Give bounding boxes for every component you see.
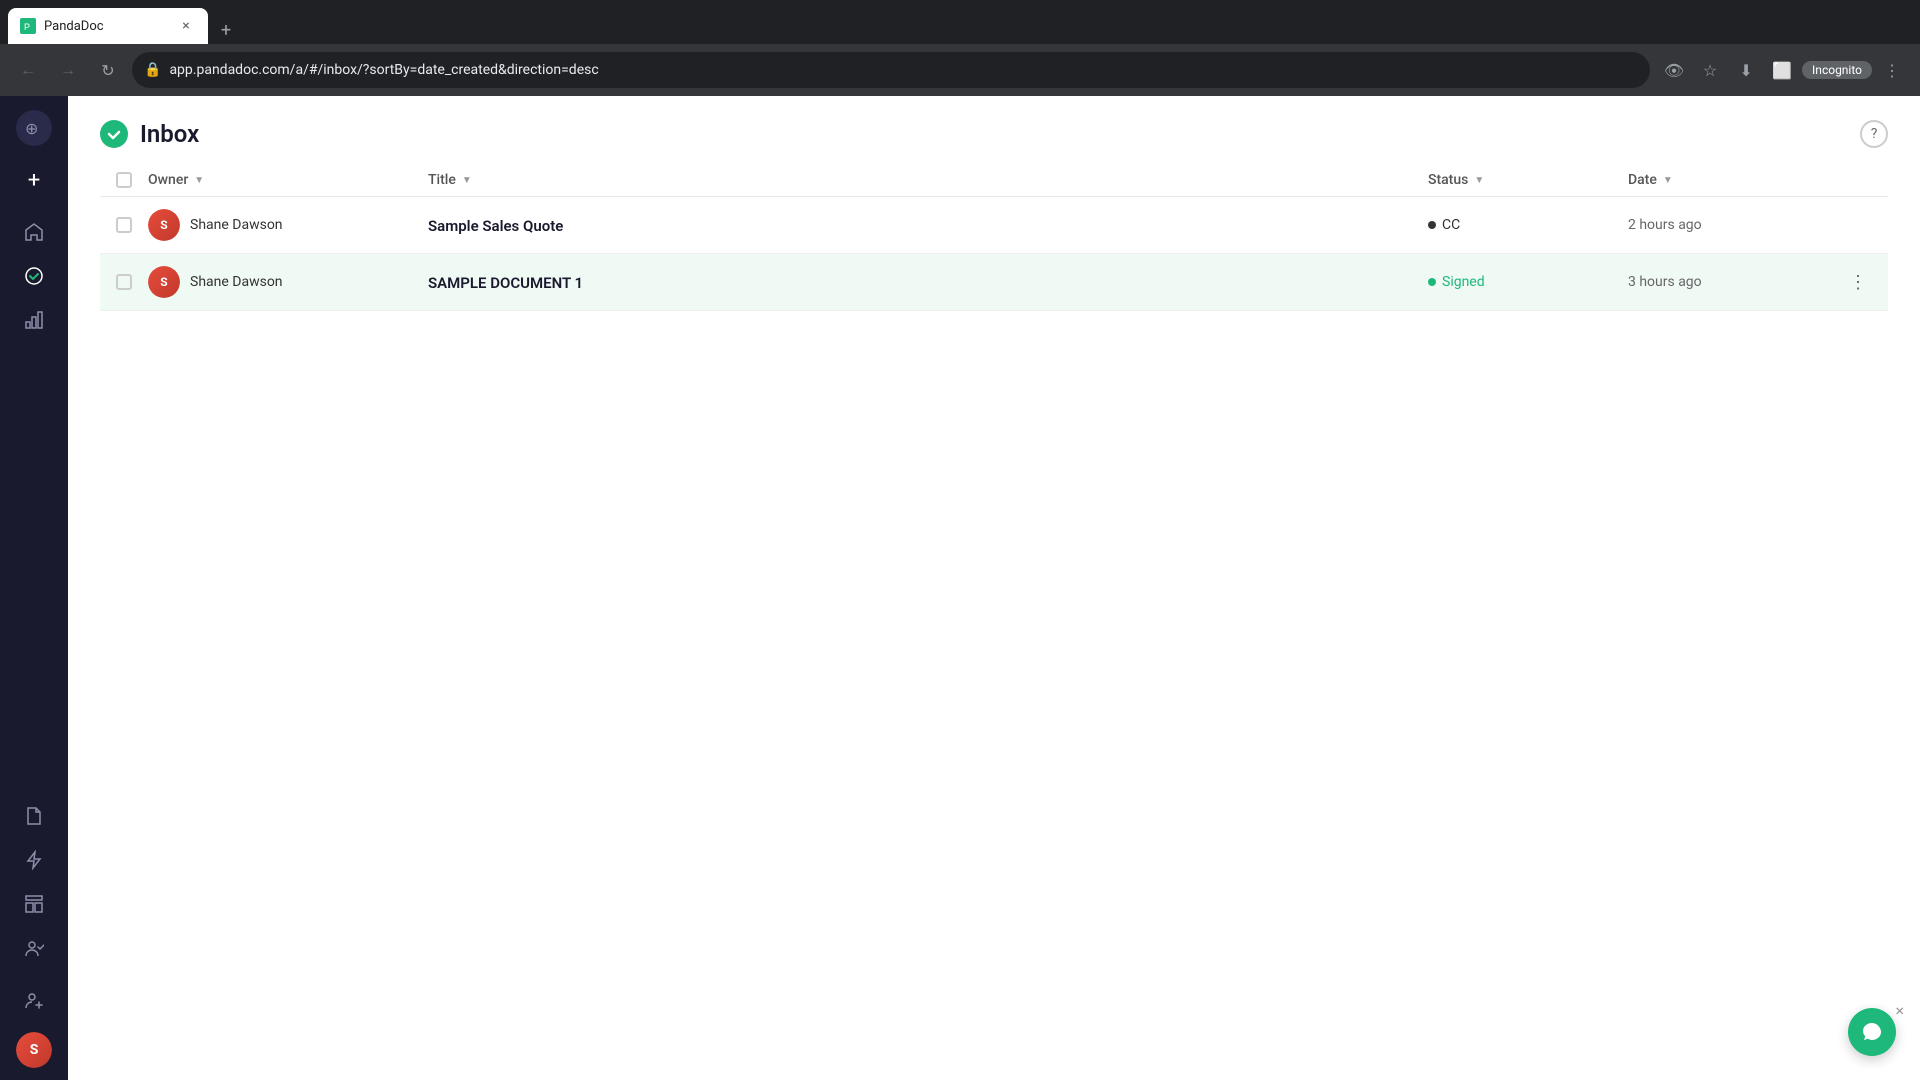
inbox-check-icon — [100, 120, 128, 148]
tab-title: PandaDoc — [44, 19, 168, 34]
row1-status-text: CC — [1442, 217, 1460, 233]
owner-label: Owner — [148, 172, 188, 188]
sidebar-item-templates[interactable] — [14, 884, 54, 924]
row2-status-text: Signed — [1442, 274, 1485, 290]
new-tab-button[interactable]: + — [212, 16, 240, 44]
forward-button[interactable]: → — [52, 54, 84, 86]
row2-owner-name: Shane Dawson — [190, 274, 283, 290]
row2-status-cell: Signed — [1428, 274, 1628, 290]
tab-favicon: P — [20, 18, 36, 34]
browser-chrome: P PandaDoc × + ← → ↻ 🔒 app.pandadoc.com/… — [0, 0, 1920, 96]
browser-tabs: P PandaDoc × + — [0, 0, 1920, 44]
nav-actions: 👁 ☆ ⬇ ⬜ Incognito ⋮ — [1658, 54, 1908, 86]
sidebar-item-inbox[interactable] — [14, 256, 54, 296]
header-checkbox-col — [100, 172, 148, 188]
table-row[interactable]: S Shane Dawson SAMPLE DOCUMENT 1 Signed … — [100, 254, 1888, 311]
title-label: Title — [428, 172, 456, 188]
app-layout: ⊕ + — [0, 96, 1920, 1080]
avatar-image: S — [16, 1032, 52, 1068]
page-header: Inbox ? — [68, 96, 1920, 164]
row1-status-dot — [1428, 221, 1436, 229]
table-row[interactable]: S Shane Dawson Sample Sales Quote CC 2 h… — [100, 197, 1888, 254]
row2-checkbox[interactable] — [116, 274, 132, 290]
document-table: Owner ▼ Title ▼ Status ▼ Date ▼ — [68, 164, 1920, 1080]
row2-doc-title: SAMPLE DOCUMENT 1 — [428, 274, 583, 292]
main-content: Inbox ? Owner ▼ Title ▼ — [68, 96, 1920, 1080]
row2-owner-cell: S Shane Dawson — [148, 266, 428, 298]
sidebar: ⊕ + — [0, 96, 68, 1080]
sidebar-item-contacts[interactable] — [14, 928, 54, 968]
chat-close-button[interactable]: × — [1895, 1001, 1904, 1020]
page-title: Inbox — [140, 120, 199, 148]
status-sort-icon: ▼ — [1474, 175, 1484, 186]
status-label: Status — [1428, 172, 1468, 188]
user-avatar[interactable]: S — [16, 1032, 52, 1068]
url-text: app.pandadoc.com/a/#/inbox/?sortBy=date_… — [169, 62, 1638, 78]
bookmark-button[interactable]: ☆ — [1694, 54, 1726, 86]
help-icon: ? — [1871, 126, 1878, 142]
refresh-button[interactable]: ↻ — [92, 54, 124, 86]
row1-checkbox[interactable] — [116, 217, 132, 233]
menu-button[interactable]: ⋮ — [1876, 54, 1908, 86]
column-header-owner[interactable]: Owner ▼ — [148, 172, 428, 188]
sidebar-add-user-button[interactable] — [14, 980, 54, 1020]
tab-close-button[interactable]: × — [176, 16, 196, 36]
row1-owner-avatar: S — [148, 209, 180, 241]
column-header-status[interactable]: Status ▼ — [1428, 172, 1628, 188]
row1-avatar-image: S — [148, 209, 180, 241]
sidebar-logo[interactable]: ⊕ — [14, 108, 54, 148]
owner-sort-icon: ▼ — [194, 175, 204, 186]
browser-nav: ← → ↻ 🔒 app.pandadoc.com/a/#/inbox/?sort… — [0, 44, 1920, 96]
row2-actions-cell[interactable]: ⋮ — [1828, 268, 1888, 296]
eye-off-button[interactable]: 👁 — [1658, 54, 1690, 86]
chat-bubble-button[interactable] — [1848, 1008, 1896, 1056]
row1-title-cell: Sample Sales Quote — [428, 216, 1428, 235]
row1-owner-cell: S Shane Dawson — [148, 209, 428, 241]
date-sort-icon: ▼ — [1663, 175, 1673, 186]
row1-date-cell: 2 hours ago — [1628, 217, 1828, 233]
row1-owner-name: Shane Dawson — [190, 217, 283, 233]
row1-status-cell: CC — [1428, 217, 1628, 233]
row2-checkbox-col — [100, 274, 148, 290]
row2-date: 3 hours ago — [1628, 274, 1702, 290]
row2-date-cell: 3 hours ago — [1628, 274, 1828, 290]
download-button[interactable]: ⬇ — [1730, 54, 1762, 86]
date-label: Date — [1628, 172, 1657, 188]
column-header-title[interactable]: Title ▼ — [428, 172, 1428, 188]
row1-date: 2 hours ago — [1628, 217, 1702, 233]
help-button[interactable]: ? — [1860, 120, 1888, 148]
incognito-badge[interactable]: Incognito — [1802, 61, 1872, 79]
lock-icon: 🔒 — [144, 62, 161, 78]
sidebar-item-home[interactable] — [14, 212, 54, 252]
sidebar-item-analytics[interactable] — [14, 300, 54, 340]
sidebar-item-lightning[interactable] — [14, 840, 54, 880]
row2-owner-avatar: S — [148, 266, 180, 298]
column-header-date[interactable]: Date ▼ — [1628, 172, 1828, 188]
svg-text:⊕: ⊕ — [25, 121, 38, 138]
table-header: Owner ▼ Title ▼ Status ▼ Date ▼ — [100, 164, 1888, 197]
back-button[interactable]: ← — [12, 54, 44, 86]
row2-title-cell: SAMPLE DOCUMENT 1 — [428, 273, 1428, 292]
sidebar-item-documents[interactable] — [14, 796, 54, 836]
row1-checkbox-col — [100, 217, 148, 233]
split-view-button[interactable]: ⬜ — [1766, 54, 1798, 86]
row2-status-dot — [1428, 278, 1436, 286]
active-tab[interactable]: P PandaDoc × — [8, 8, 208, 44]
row2-more-button[interactable]: ⋮ — [1844, 268, 1872, 296]
title-sort-icon: ▼ — [462, 175, 472, 186]
sidebar-add-button[interactable]: + — [14, 160, 54, 200]
row1-doc-title: Sample Sales Quote — [428, 217, 563, 235]
row2-avatar-image: S — [148, 266, 180, 298]
svg-text:P: P — [24, 22, 30, 32]
address-bar[interactable]: 🔒 app.pandadoc.com/a/#/inbox/?sortBy=dat… — [132, 52, 1650, 88]
select-all-checkbox[interactable] — [116, 172, 132, 188]
